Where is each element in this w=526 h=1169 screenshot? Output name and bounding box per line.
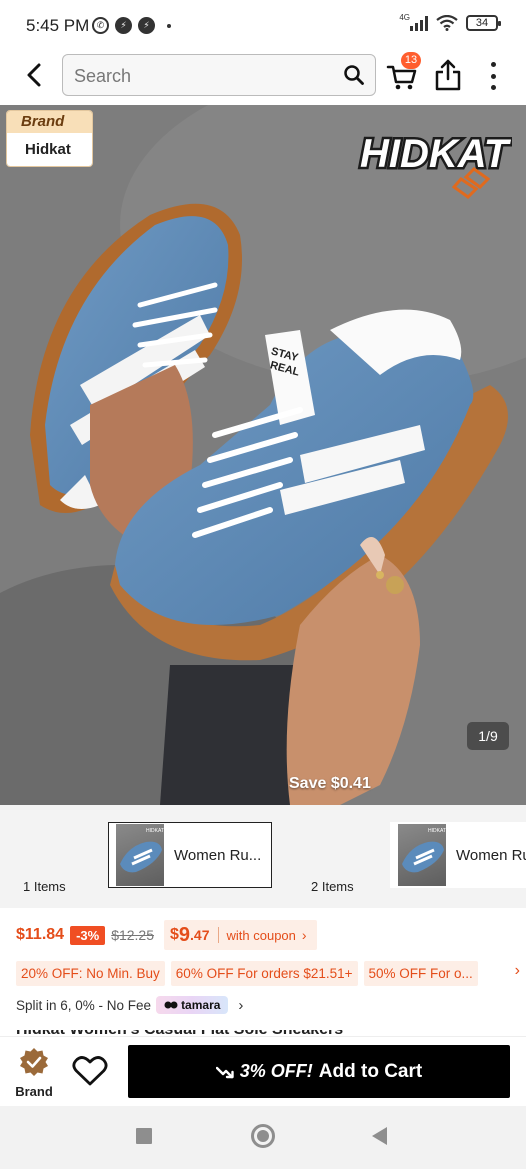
recent-apps-icon[interactable] (136, 1128, 152, 1144)
svg-text:HIDKAT: HIDKAT (428, 828, 446, 834)
messenger-icon-2: ⚡ (138, 17, 155, 34)
network-type: 4G (399, 12, 410, 22)
tamara-label: tamara (181, 998, 221, 1012)
back-triangle-icon[interactable] (372, 1127, 387, 1145)
tamara-logo-icon (164, 1001, 178, 1009)
coupon-price-cents: .47 (190, 927, 210, 943)
save-amount: Save $0.41 (289, 775, 371, 792)
share-icon[interactable] (434, 58, 462, 92)
battery-level: 34 (475, 17, 489, 29)
chevron-right-icon: › (238, 996, 244, 1014)
search-placeholder: Search (74, 66, 132, 86)
image-counter: 1/9 (467, 722, 509, 750)
price-row: $11.84 -3% $12.25 $9.47 with coupon › (16, 918, 516, 952)
promo-tag[interactable]: 50% OFF For o... (363, 960, 478, 986)
wifi-icon (436, 15, 458, 31)
promo-chevron-right-icon[interactable]: › (515, 962, 520, 980)
add-to-cart-discount: 3% OFF! (239, 1061, 313, 1081)
coupon-divider (217, 927, 219, 943)
promotions-row[interactable]: 20% OFF: No Min. Buy 60% OFF For orders … (16, 960, 526, 986)
signal-icon (410, 15, 428, 31)
system-icons: 4G 34 (399, 12, 501, 31)
add-to-cart-label: Add to Cart (318, 1060, 423, 1082)
variant-name: Women Ru... (174, 846, 262, 864)
more-options-icon[interactable] (486, 60, 500, 92)
status-bar: 5:45 PM ✆ ⚡ ⚡ 4G 34 (0, 0, 526, 50)
promo-tag[interactable]: 20% OFF: No Min. Buy (16, 960, 165, 986)
back-arrow-icon[interactable] (20, 60, 48, 90)
brand-button[interactable]: Brand (10, 1047, 58, 1099)
heart-icon[interactable] (72, 1055, 108, 1087)
brand-logo-text: HIDKAT (360, 132, 512, 176)
variant-strip: 1 Items HIDKAT Women Ru... 2 Items HIDKA… (0, 805, 526, 908)
variant-card[interactable]: HIDKAT Women Ru (390, 822, 526, 888)
system-navigation-bar (0, 1106, 526, 1169)
coupon-label: with coupon (226, 927, 296, 943)
cart-count-badge: 13 (401, 52, 421, 69)
top-header: Search 13 (0, 50, 526, 105)
discount-badge: -3% (70, 925, 106, 945)
current-price: $11.84 (16, 926, 65, 943)
messenger-icon: ⚡ (115, 17, 132, 34)
coupon-price-whole: 9 (178, 923, 191, 946)
product-image-gallery[interactable]: STAY REAL Brand Hidkat HIDKAT 1/9 Save $… (0, 105, 526, 805)
installment-text: Split in 6, 0% - No Fee (16, 997, 152, 1013)
chevron-right-icon: › (301, 927, 307, 943)
tamara-badge: tamara (156, 996, 229, 1014)
brand-tag[interactable]: Brand Hidkat (6, 110, 93, 167)
promo-tag[interactable]: 60% OFF For orders $21.51+ (170, 960, 358, 986)
more-notifications-dot (167, 23, 171, 28)
svg-text:HIDKAT: HIDKAT (146, 828, 164, 834)
variant-item-count: 1 Items (23, 879, 66, 894)
variant-group-2[interactable]: 2 Items (288, 805, 380, 908)
variant-item-count: 2 Items (311, 879, 354, 894)
brand-button-label: Brand (15, 1084, 53, 1099)
brand-badge-icon (20, 1048, 48, 1076)
trend-down-icon (215, 1066, 234, 1078)
variant-group-1[interactable]: 1 Items (0, 805, 94, 908)
search-bar[interactable]: Search (62, 54, 376, 96)
whatsapp-icon: ✆ (92, 17, 109, 34)
battery-icon: 34 (466, 15, 501, 31)
coupon-currency: $ (170, 926, 179, 943)
add-to-cart-button[interactable]: 3% OFF! Add to Cart (128, 1045, 510, 1098)
variant-name: Women Ru (456, 846, 526, 864)
coupon-price-button[interactable]: $9.47 with coupon › (164, 920, 317, 950)
installment-row[interactable]: Split in 6, 0% - No Fee tamara › (16, 994, 243, 1016)
search-icon[interactable] (343, 64, 365, 86)
home-icon[interactable] (251, 1124, 275, 1148)
brand-logo: HIDKAT (358, 130, 512, 199)
product-photo: STAY REAL (0, 105, 526, 805)
variant-thumbnail: HIDKAT (116, 824, 164, 886)
status-time: 5:45 PM (26, 16, 90, 35)
original-price: $12.25 (111, 927, 155, 943)
brand-tag-label: Brand (7, 111, 92, 133)
brand-tag-name: Hidkat (7, 133, 92, 166)
variant-thumbnail: HIDKAT (398, 824, 446, 886)
variant-card-selected[interactable]: HIDKAT Women Ru... (108, 822, 272, 888)
notification-icons: ✆ ⚡ ⚡ (92, 17, 171, 34)
bottom-action-bar: Brand 3% OFF! Add to Cart (0, 1036, 526, 1106)
